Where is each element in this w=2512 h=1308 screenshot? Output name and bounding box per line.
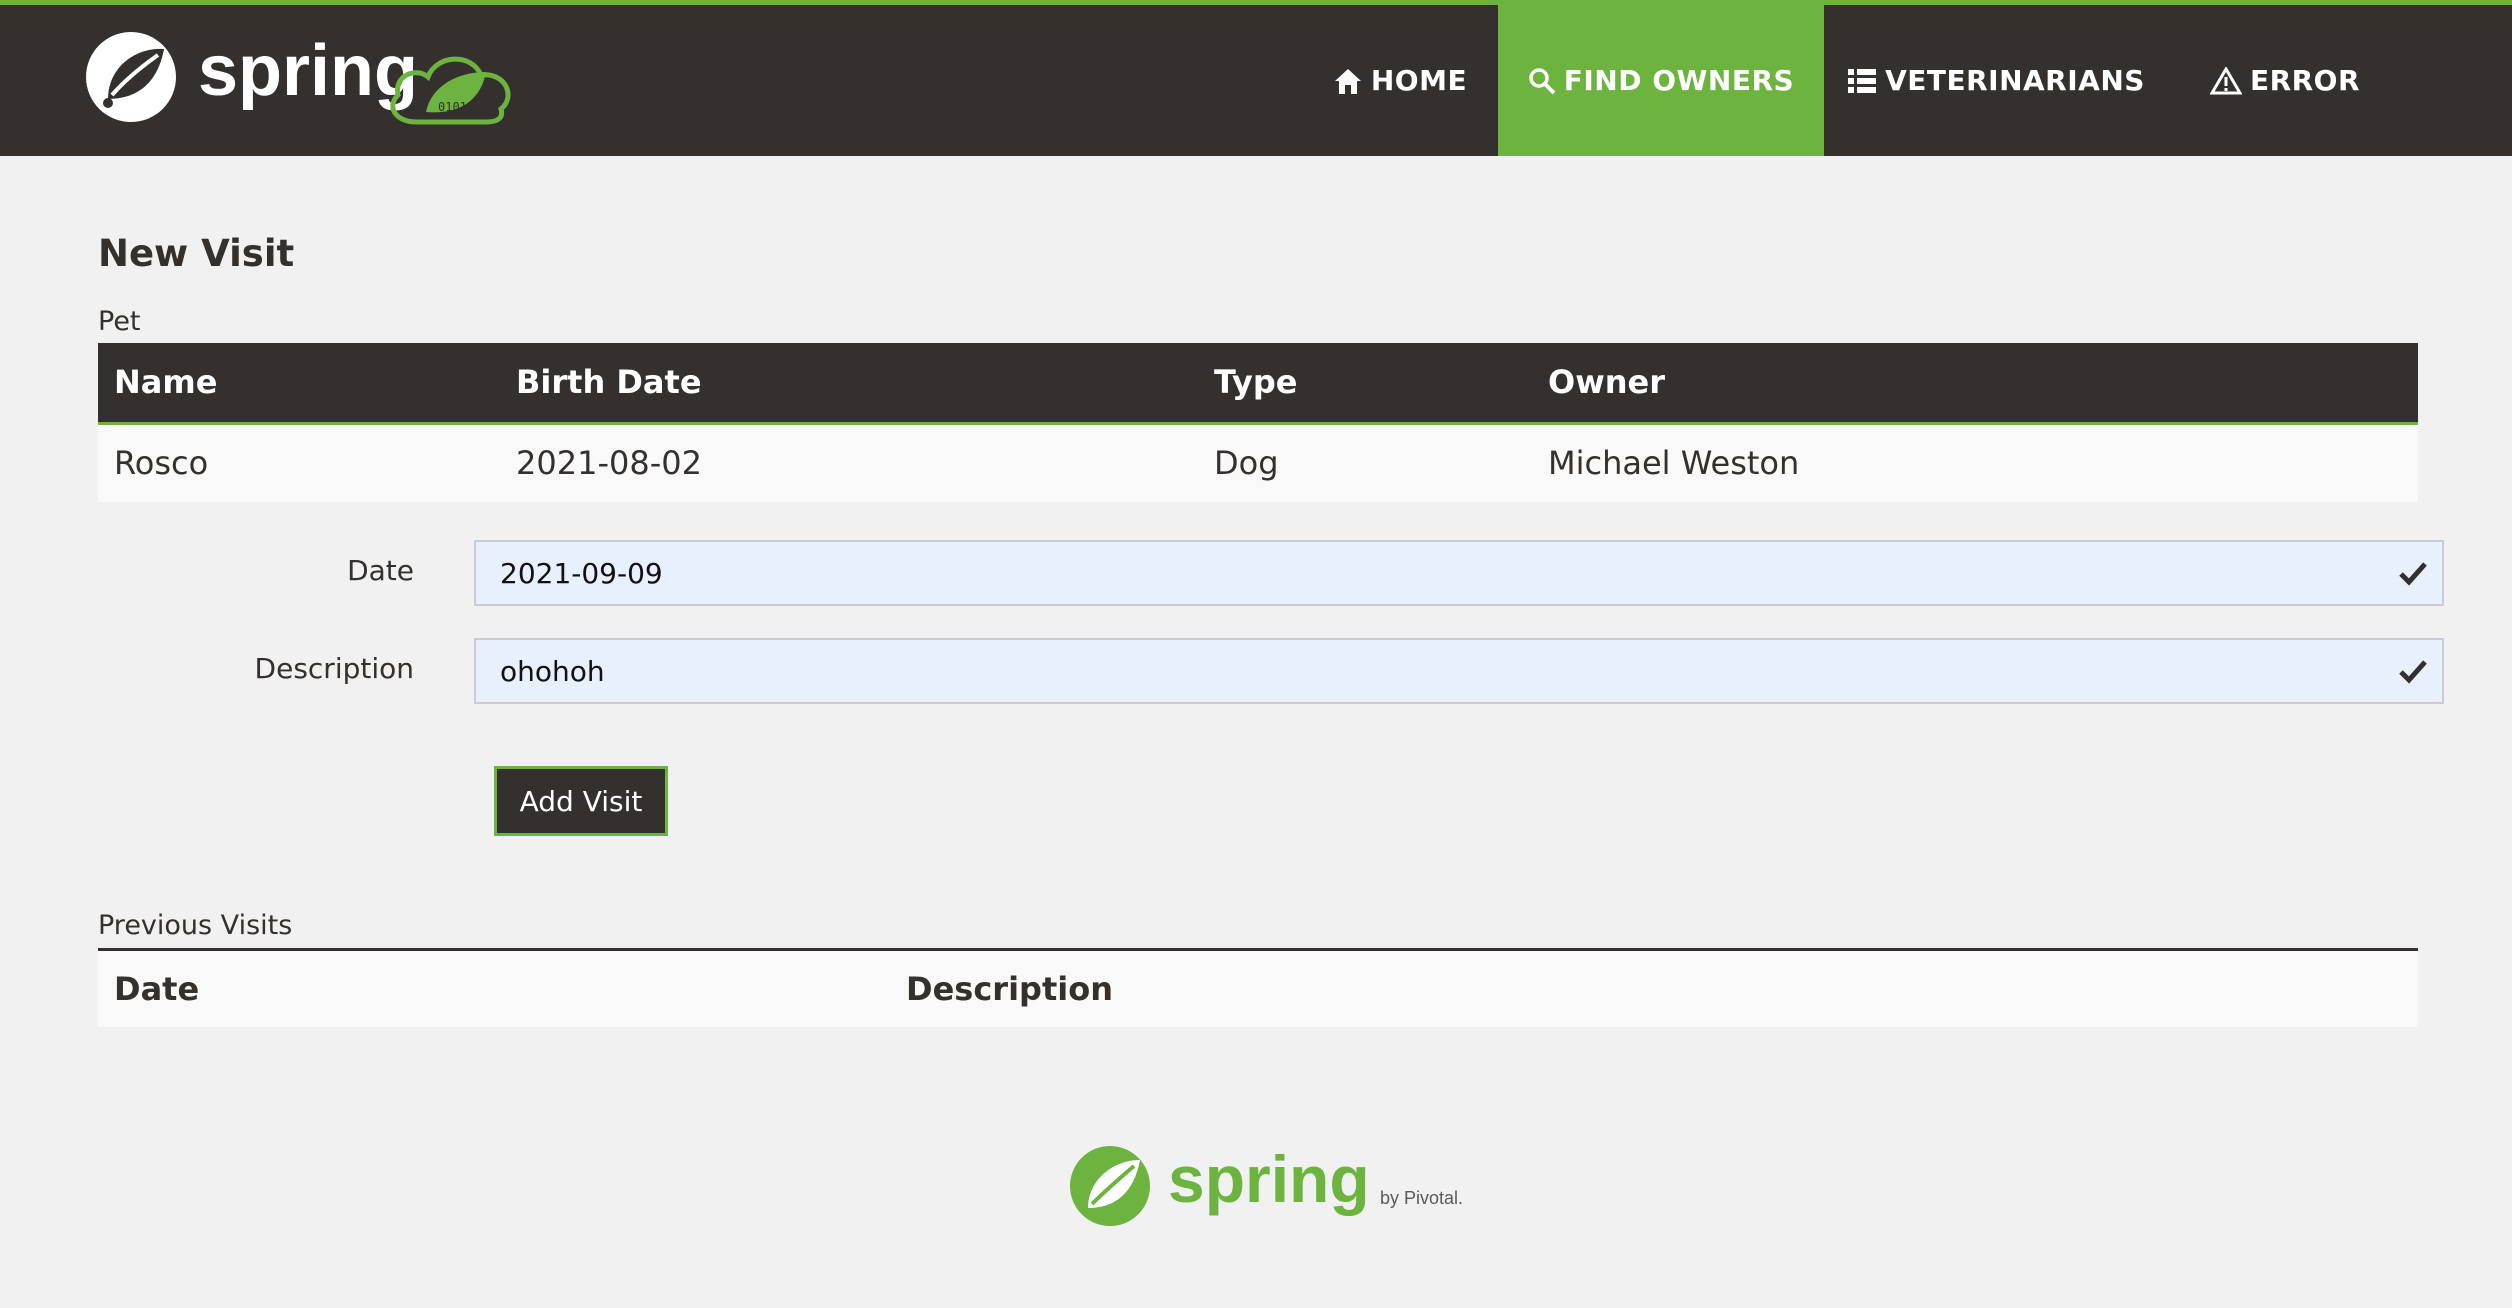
spring-footer-icon: [1070, 1146, 1150, 1226]
spring-by-pivotal-logo: spring by Pivotal.: [1070, 1142, 1463, 1226]
nav-veterinarians-label: VETERINARIANS: [1885, 64, 2145, 97]
pet-header-birth-date: Birth Date: [500, 343, 1198, 425]
spring-logo-text: spring: [198, 31, 418, 111]
list-icon: [1848, 68, 1877, 93]
footer-byline: by Pivotal.: [1380, 1188, 1463, 1208]
pet-type: Dog: [1198, 423, 1532, 502]
navbar: spring 0101010 HOME FIND OWNERS VETERINA…: [0, 0, 2512, 156]
home-icon: [1334, 68, 1361, 94]
nav-find-owners-label: FIND OWNERS: [1563, 64, 1795, 97]
description-field[interactable]: [474, 638, 2444, 704]
date-field[interactable]: [474, 540, 2444, 606]
table-row: Rosco 2021-08-02 Dog Michael Weston: [98, 423, 2418, 502]
check-icon: [2399, 660, 2427, 684]
pet-header-name: Name: [98, 343, 500, 425]
visits-header-date: Date: [98, 948, 890, 1027]
add-visit-button[interactable]: Add Visit: [494, 766, 668, 836]
spring-logo[interactable]: spring 0101010: [86, 27, 546, 127]
visits-table-header-row: Date Description: [98, 948, 2418, 1027]
warning-icon: [2209, 66, 2242, 94]
description-label: Description: [254, 652, 414, 685]
date-label: Date: [347, 554, 414, 587]
nav-error-label: ERROR: [2249, 64, 2361, 97]
pet-header-owner: Owner: [1532, 343, 2418, 425]
previous-visits-table: Date Description: [98, 948, 2418, 1027]
pet-birth-date: 2021-08-02: [500, 423, 1198, 502]
spring-logo-icon: [86, 32, 176, 122]
pet-owner: Michael Weston: [1532, 423, 2418, 502]
pet-table-header-row: Name Birth Date Type Owner: [98, 343, 2418, 425]
check-icon: [2399, 562, 2427, 586]
pet-name: Rosco: [98, 423, 500, 502]
pet-header-type: Type: [1198, 343, 1532, 425]
visits-header-description: Description: [890, 948, 2418, 1027]
nav-home[interactable]: HOME: [1320, 5, 1480, 156]
search-icon: [1529, 67, 1556, 94]
pet-section-label: Pet: [98, 306, 141, 337]
footer-brand-text: spring: [1168, 1142, 1370, 1216]
nav-veterinarians[interactable]: VETERINARIANS: [1846, 5, 2146, 156]
svg-text:0101010: 0101010: [438, 100, 489, 114]
previous-visits-label: Previous Visits: [98, 910, 293, 941]
page-title: New Visit: [98, 232, 295, 275]
nav-find-owners[interactable]: FIND OWNERS: [1498, 5, 1824, 156]
nav-home-label: HOME: [1370, 64, 1468, 97]
pet-table: Name Birth Date Type Owner Rosco 2021-08…: [98, 343, 2418, 502]
nav-error[interactable]: ERROR: [2200, 5, 2370, 156]
